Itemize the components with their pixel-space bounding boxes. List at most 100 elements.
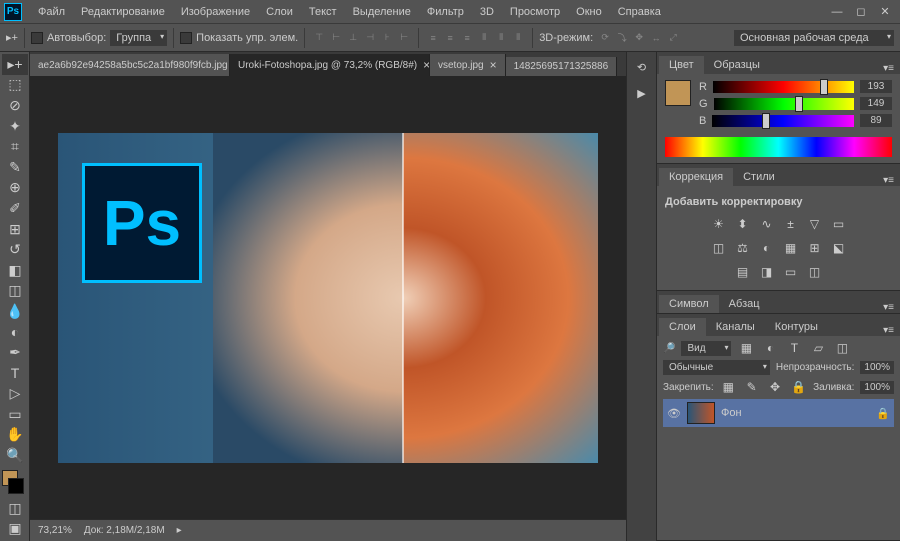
posterize-icon[interactable]: ▤ bbox=[734, 264, 752, 280]
gradient-map-icon[interactable]: ▭ bbox=[782, 264, 800, 280]
autoselect-checkbox[interactable] bbox=[31, 32, 43, 44]
close-button[interactable]: ✕ bbox=[874, 4, 896, 20]
color-swatches[interactable] bbox=[2, 470, 27, 494]
doc-size[interactable]: Док: 2,18M/2,18M bbox=[84, 525, 165, 536]
levels-icon[interactable]: ⬍ bbox=[734, 216, 752, 232]
photo-filter-icon[interactable]: ◐ bbox=[758, 240, 776, 256]
show-controls-checkbox[interactable] bbox=[180, 32, 192, 44]
g-value[interactable]: 149 bbox=[860, 97, 892, 110]
vibrance-icon[interactable]: ▽ bbox=[806, 216, 824, 232]
curves-icon[interactable]: ∿ bbox=[758, 216, 776, 232]
history-brush-tool[interactable]: ↺ bbox=[2, 239, 28, 260]
lock-transparent-icon[interactable]: ▦ bbox=[720, 379, 737, 395]
quickmask-toggle[interactable]: ◫ bbox=[2, 498, 28, 519]
3d-rotate-icon[interactable]: ⟳ bbox=[597, 30, 613, 46]
hand-tool[interactable]: ✋ bbox=[2, 425, 28, 446]
status-arrow-icon[interactable]: ▸ bbox=[177, 525, 182, 536]
dist-right-icon[interactable]: ⫴ bbox=[510, 30, 526, 46]
tab-paragraph[interactable]: Абзац bbox=[719, 295, 770, 313]
b-value[interactable]: 89 bbox=[860, 114, 892, 127]
path-tool[interactable]: ▷ bbox=[2, 384, 28, 405]
opacity-input[interactable]: 100% bbox=[860, 361, 894, 374]
invert-icon[interactable]: ⬕ bbox=[830, 240, 848, 256]
menu-view[interactable]: Просмотр bbox=[502, 4, 568, 20]
autoselect-dropdown[interactable]: Группа bbox=[110, 30, 167, 46]
filter-shape-icon[interactable]: ▱ bbox=[809, 340, 827, 356]
healing-tool[interactable]: ⊕ bbox=[2, 178, 28, 199]
crop-tool[interactable]: ⌗ bbox=[2, 136, 28, 157]
actions-panel-icon[interactable]: ▶ bbox=[631, 82, 653, 104]
blur-tool[interactable]: 💧 bbox=[2, 301, 28, 322]
shape-tool[interactable]: ▭ bbox=[2, 404, 28, 425]
tab-styles[interactable]: Стили bbox=[733, 168, 785, 186]
tab-paths[interactable]: Контуры bbox=[765, 318, 828, 336]
menu-3d[interactable]: 3D bbox=[472, 4, 502, 20]
exposure-icon[interactable]: ± bbox=[782, 216, 800, 232]
tab-channels[interactable]: Каналы bbox=[706, 318, 765, 336]
visibility-icon[interactable]: 👁 bbox=[667, 407, 681, 420]
dist-left-icon[interactable]: ⫴ bbox=[476, 30, 492, 46]
zoom-tool[interactable]: 🔍 bbox=[2, 445, 28, 466]
menu-edit[interactable]: Редактирование bbox=[73, 4, 173, 20]
tab-swatches[interactable]: Образцы bbox=[704, 56, 770, 74]
3d-slide-icon[interactable]: ↔ bbox=[648, 30, 664, 46]
doc-tab-3[interactable]: 14825695171325886 bbox=[506, 57, 618, 76]
type-tool[interactable]: T bbox=[2, 363, 28, 384]
align-right-icon[interactable]: ⊢ bbox=[396, 30, 412, 46]
eraser-tool[interactable]: ◧ bbox=[2, 260, 28, 281]
menu-file[interactable]: Файл bbox=[30, 4, 73, 20]
blend-mode-dropdown[interactable]: Обычные bbox=[663, 360, 770, 375]
filter-adjust-icon[interactable]: ◐ bbox=[761, 340, 779, 356]
threshold-icon[interactable]: ◨ bbox=[758, 264, 776, 280]
brush-tool[interactable]: ✐ bbox=[2, 198, 28, 219]
tab-color[interactable]: Цвет bbox=[659, 56, 704, 74]
close-icon[interactable]: × bbox=[490, 58, 497, 72]
stamp-tool[interactable]: ⊞ bbox=[2, 219, 28, 240]
marquee-tool[interactable]: ⬚ bbox=[2, 75, 28, 96]
selective-color-icon[interactable]: ◫ bbox=[806, 264, 824, 280]
lasso-tool[interactable]: ⊘ bbox=[2, 95, 28, 116]
dist-top-icon[interactable]: ≡ bbox=[425, 30, 441, 46]
wand-tool[interactable]: ✦ bbox=[2, 116, 28, 137]
canvas-viewport[interactable]: Ps bbox=[30, 76, 626, 519]
tab-layers[interactable]: Слои bbox=[659, 318, 706, 336]
close-icon[interactable]: × bbox=[423, 58, 430, 72]
hue-icon[interactable]: ▭ bbox=[830, 216, 848, 232]
bw-icon[interactable]: ◫ bbox=[710, 240, 728, 256]
align-top-icon[interactable]: ⊤ bbox=[311, 30, 327, 46]
maximize-button[interactable]: ◻ bbox=[850, 4, 872, 20]
history-panel-icon[interactable]: ⟲ bbox=[631, 56, 653, 78]
panel-menu-icon[interactable]: ▾≡ bbox=[877, 325, 900, 336]
menu-type[interactable]: Текст bbox=[301, 4, 345, 20]
gradient-tool[interactable]: ◫ bbox=[2, 281, 28, 302]
tab-character[interactable]: Символ bbox=[659, 295, 719, 313]
doc-tab-2[interactable]: vsetop.jpg× bbox=[430, 54, 506, 76]
menu-window[interactable]: Окно bbox=[568, 4, 610, 20]
menu-help[interactable]: Справка bbox=[610, 4, 669, 20]
channel-mixer-icon[interactable]: ▦ bbox=[782, 240, 800, 256]
color-spectrum[interactable] bbox=[665, 137, 892, 157]
3d-scale-icon[interactable]: ⤢ bbox=[665, 30, 681, 46]
eyedropper-tool[interactable]: ✎ bbox=[2, 157, 28, 178]
layer-filter-dropdown[interactable]: Вид bbox=[681, 341, 731, 356]
align-hcenter-icon[interactable]: ⊦ bbox=[379, 30, 395, 46]
align-left-icon[interactable]: ⊣ bbox=[362, 30, 378, 46]
menu-image[interactable]: Изображение bbox=[173, 4, 258, 20]
filter-icon[interactable]: 🔎 bbox=[663, 343, 675, 354]
minimize-button[interactable]: — bbox=[826, 4, 848, 20]
fill-input[interactable]: 100% bbox=[860, 381, 894, 394]
doc-tab-1[interactable]: Uroki-Fotoshopa.jpg @ 73,2% (RGB/8#)× bbox=[230, 54, 430, 76]
dist-vcenter-icon[interactable]: ≡ bbox=[442, 30, 458, 46]
layer-thumbnail[interactable] bbox=[687, 402, 715, 424]
g-slider[interactable] bbox=[714, 98, 854, 110]
lock-pixels-icon[interactable]: ✎ bbox=[743, 379, 760, 395]
panel-menu-icon[interactable]: ▾≡ bbox=[877, 63, 900, 74]
lock-all-icon[interactable]: 🔒 bbox=[790, 379, 807, 395]
zoom-level[interactable]: 73,21% bbox=[38, 525, 72, 536]
dist-bottom-icon[interactable]: ≡ bbox=[459, 30, 475, 46]
balance-icon[interactable]: ⚖ bbox=[734, 240, 752, 256]
lookup-icon[interactable]: ⊞ bbox=[806, 240, 824, 256]
3d-roll-icon[interactable]: ⤵ bbox=[614, 30, 630, 46]
screenmode-toggle[interactable]: ▣ bbox=[2, 518, 28, 539]
filter-pixel-icon[interactable]: ▦ bbox=[737, 340, 755, 356]
